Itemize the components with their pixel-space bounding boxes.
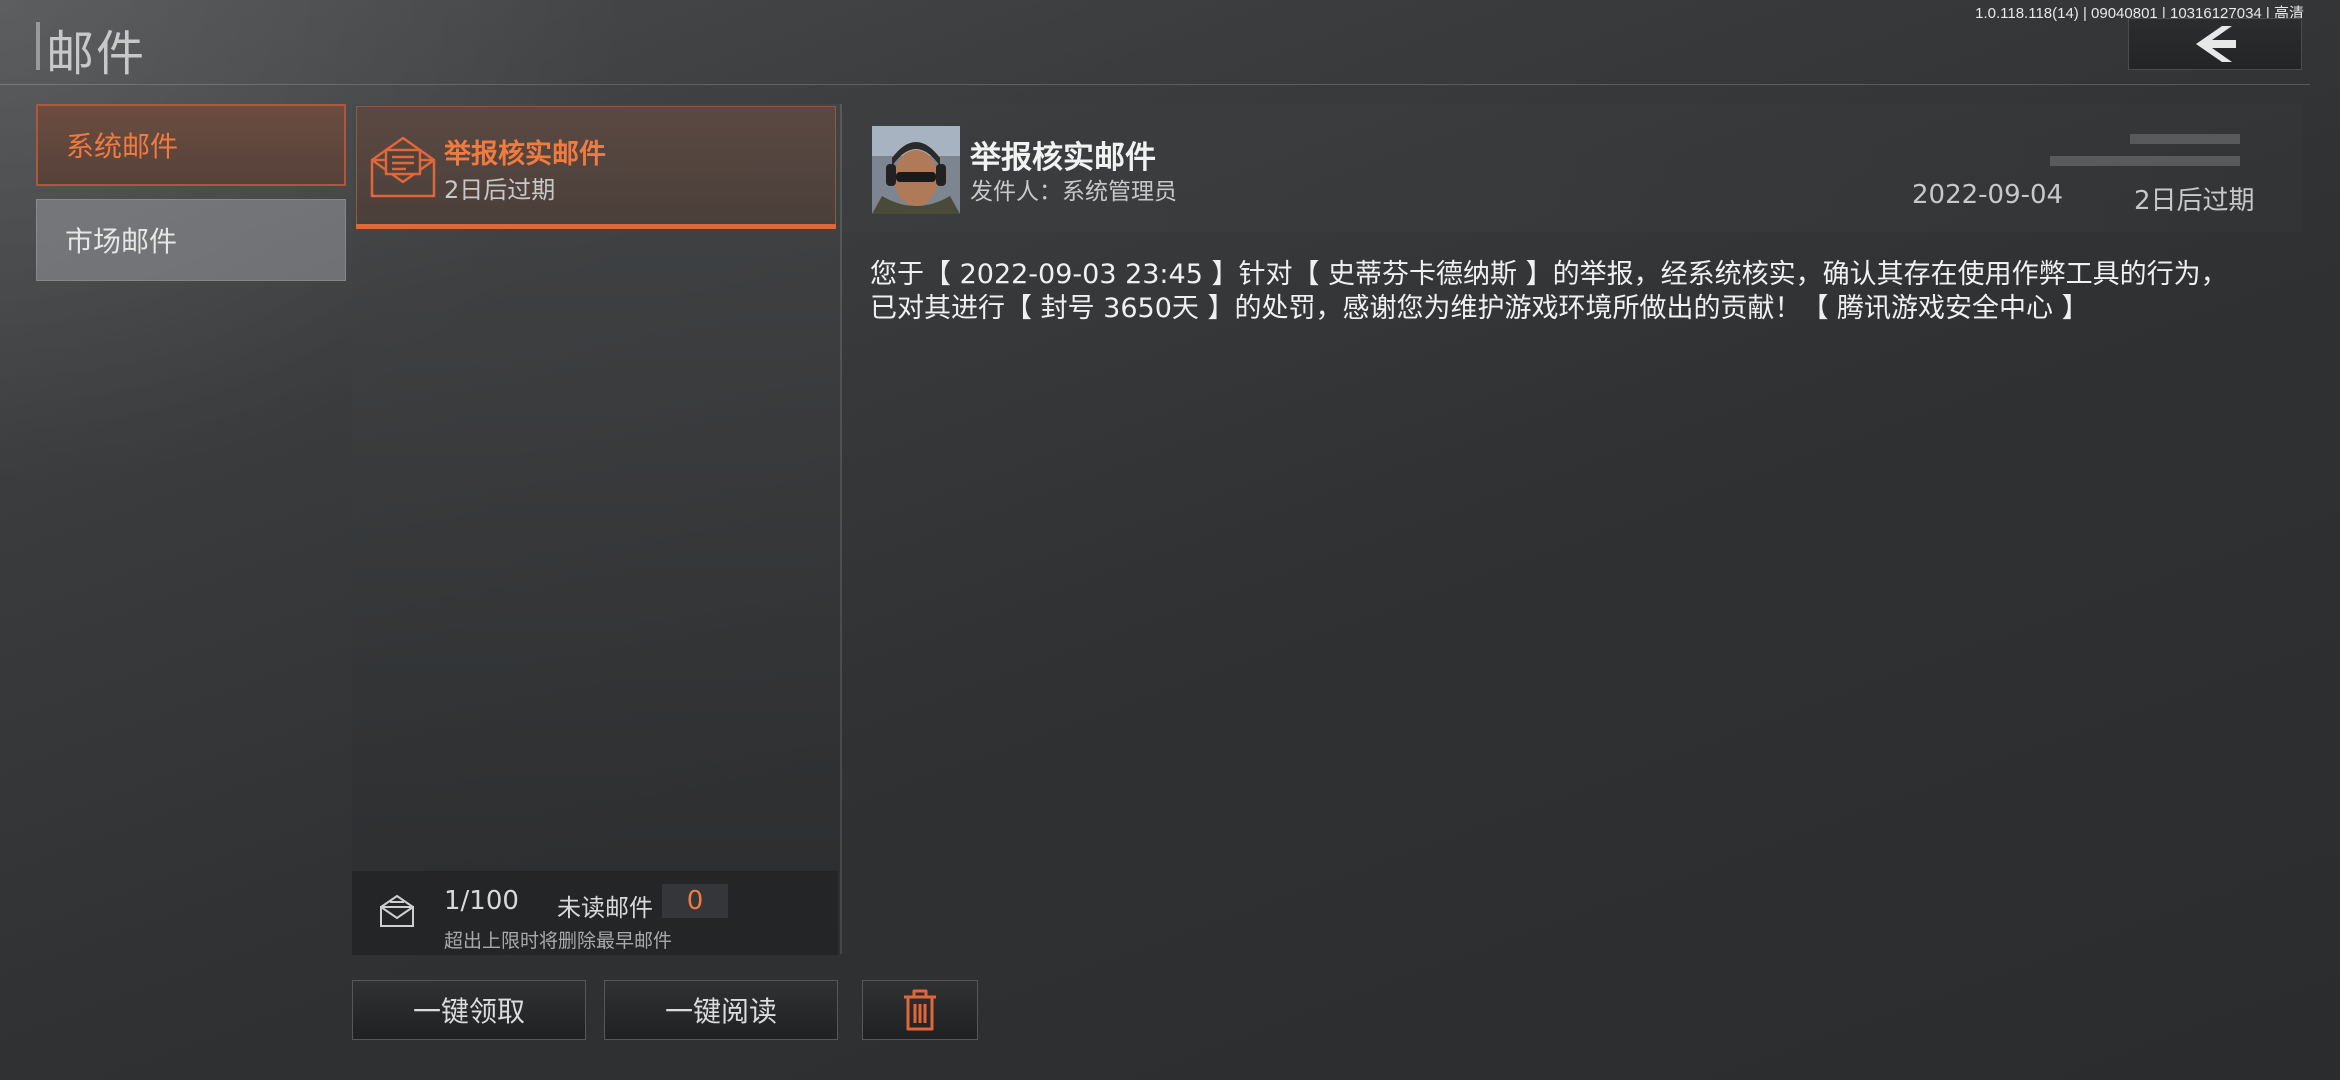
mail-item-expiry: 2日后过期 — [444, 176, 556, 204]
chevron-left-icon — [2196, 26, 2236, 62]
avatar — [872, 126, 960, 214]
mailbox-icon — [380, 894, 414, 927]
tab-market-mail[interactable]: 市场邮件 — [36, 199, 346, 281]
read-all-button[interactable]: 一键阅读 — [604, 980, 838, 1040]
unread-label: 未读邮件 — [557, 894, 653, 922]
mail-list — [352, 104, 842, 954]
mail-body: 您于【 2022-09-03 23:45 】针对【 史蒂芬卡德纳斯 】的举报，经… — [870, 259, 2228, 324]
unread-count: 0 — [686, 886, 704, 916]
tab-label: 市场邮件 — [65, 225, 178, 258]
page-title: 邮件 — [46, 26, 147, 82]
mail-expiry: 2日后过期 — [2134, 186, 2255, 216]
trash-icon — [904, 989, 936, 1031]
tab-label: 系统邮件 — [66, 130, 179, 163]
mail-date: 2022-09-04 — [1912, 180, 2064, 210]
mail-item-title: 举报核实邮件 — [444, 139, 606, 170]
watermark-decoration — [2050, 134, 2240, 166]
claim-all-label: 一键领取 — [412, 995, 525, 1028]
delete-button[interactable] — [862, 980, 978, 1040]
mail-sender: 发件人：系统管理员 — [970, 179, 1177, 205]
tab-system-mail[interactable]: 系统邮件 — [36, 104, 346, 186]
claim-all-button[interactable]: 一键领取 — [352, 980, 586, 1040]
capacity-note: 超出上限时将删除最早邮件 — [444, 930, 673, 952]
mail-count: 1/100 — [444, 886, 519, 916]
title-accent-bar — [36, 22, 40, 70]
selected-underline — [356, 224, 836, 229]
back-button[interactable] — [2128, 18, 2302, 70]
read-all-label: 一键阅读 — [664, 995, 777, 1028]
header-divider — [0, 84, 2310, 85]
mail-title: 举报核实邮件 — [970, 140, 1156, 176]
envelope-open-icon — [370, 136, 436, 198]
